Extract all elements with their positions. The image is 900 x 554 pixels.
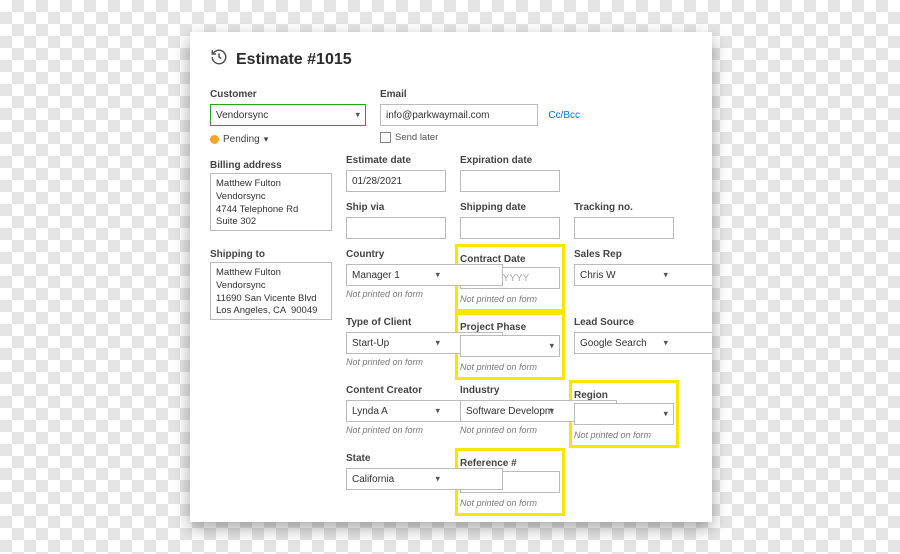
shipping-address-label: Shipping to <box>210 249 265 260</box>
country-label: Country <box>346 249 446 260</box>
region-note: Not printed on form <box>574 430 651 440</box>
history-icon <box>210 48 228 71</box>
region-highlight: Region Not printed on form <box>569 380 679 448</box>
shipping-address-textarea[interactable] <box>210 262 332 320</box>
sales-rep-label: Sales Rep <box>574 249 674 260</box>
shipping-date-input[interactable] <box>460 217 560 239</box>
status-label: Pending <box>223 134 260 145</box>
region-select[interactable] <box>574 403 674 425</box>
email-label: Email <box>380 89 580 100</box>
lead-source-select[interactable] <box>574 332 712 354</box>
estimate-date-label: Estimate date <box>346 155 446 166</box>
industry-note: Not printed on form <box>460 425 560 435</box>
checkbox-icon <box>380 132 391 143</box>
content-creator-label: Content Creator <box>346 385 446 396</box>
project-phase-highlight: Project Phase Not printed on form <box>455 312 565 380</box>
country-select[interactable] <box>346 264 503 286</box>
type-of-client-note: Not printed on form <box>346 357 446 367</box>
ship-via-input[interactable] <box>346 217 446 239</box>
contract-date-note: Not printed on form <box>460 294 537 304</box>
project-phase-select[interactable] <box>460 335 560 357</box>
ccbcc-link[interactable]: Cc/Bcc <box>548 110 580 121</box>
type-of-client-label: Type of Client <box>346 317 446 328</box>
tracking-no-input[interactable] <box>574 217 674 239</box>
lead-source-label: Lead Source <box>574 317 674 328</box>
country-note: Not printed on form <box>346 289 446 299</box>
content-creator-note: Not printed on form <box>346 425 446 435</box>
customer-label: Customer <box>210 89 366 100</box>
state-label: State <box>346 453 446 464</box>
estimate-date-input[interactable] <box>346 170 446 192</box>
billing-address-textarea[interactable] <box>210 173 332 231</box>
estimate-status-pill[interactable]: Pending ▾ <box>210 134 366 145</box>
customer-select[interactable] <box>210 104 366 126</box>
send-later-checkbox[interactable]: Send later <box>380 132 580 143</box>
industry-label: Industry <box>460 385 560 396</box>
sales-rep-select[interactable] <box>574 264 712 286</box>
page-title: Estimate #1015 <box>236 51 352 69</box>
status-dot-icon <box>210 135 219 144</box>
billing-address-label: Billing address <box>210 160 282 171</box>
ship-via-label: Ship via <box>346 202 446 213</box>
expiration-date-input[interactable] <box>460 170 560 192</box>
expiration-date-label: Expiration date <box>460 155 560 166</box>
reference-note: Not printed on form <box>460 498 537 508</box>
page-header: Estimate #1015 <box>210 48 692 71</box>
estimate-form-card: Estimate #1015 Customer Pending ▾ Email … <box>190 32 712 522</box>
project-phase-note: Not printed on form <box>460 362 537 372</box>
shipping-date-label: Shipping date <box>460 202 560 213</box>
email-input[interactable] <box>380 104 538 126</box>
send-later-label: Send later <box>395 132 438 143</box>
chevron-down-icon: ▾ <box>264 134 269 145</box>
tracking-no-label: Tracking no. <box>574 202 674 213</box>
state-select[interactable] <box>346 468 503 490</box>
